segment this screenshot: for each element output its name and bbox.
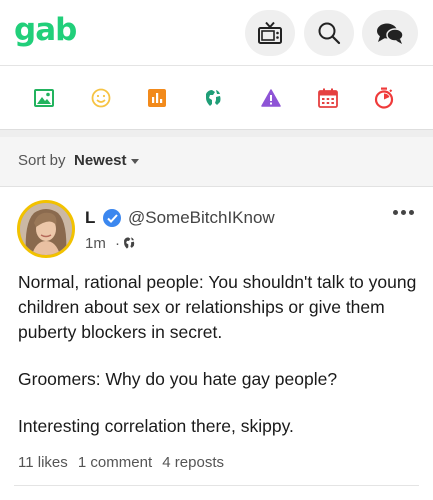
author-name[interactable]: L [85,208,95,228]
reposts-count[interactable]: 4 reposts [162,454,224,471]
search-icon [318,22,341,45]
likes-count[interactable]: 11 likes [18,454,68,471]
chevron-down-icon[interactable] [131,159,139,164]
image-icon [34,89,54,107]
tv-icon [258,21,282,44]
comments-count[interactable]: 1 comment [78,454,152,471]
sort-label: Sort by [18,152,66,169]
divider [14,485,419,486]
section-divider [0,129,433,137]
post-stats: 11 likes 1 comment 4 reposts [18,454,230,471]
chat-icon [377,23,404,44]
timer-icon [374,87,394,109]
chart-icon [148,89,166,107]
more-options-icon[interactable] [393,210,414,215]
location-button[interactable] [202,87,224,109]
calendar-icon [318,88,338,108]
post-card: L @SomeBitchIKnow 1m · Normal, rational … [0,188,433,500]
poll-button[interactable] [146,87,168,109]
expire-button[interactable] [373,87,395,109]
post-paragraph: Groomers: Why do you hate gay people? [18,369,338,389]
author-handle[interactable]: @SomeBitchIKnow [128,208,275,228]
sort-bar: Sort by Newest [0,137,433,187]
avatar-image [20,203,72,255]
meta-separator: · [115,235,120,252]
top-bar: gab [0,0,433,65]
post-paragraph: Normal, rational people: You shouldn't t… [18,272,417,342]
warning-icon [261,89,281,107]
globe-icon [124,237,135,249]
schedule-button[interactable] [317,87,339,109]
search-button[interactable] [304,10,354,56]
globe-icon [206,90,221,106]
smile-icon [91,88,111,108]
post-time[interactable]: 1m [85,235,106,252]
chat-button[interactable] [362,10,418,56]
avatar[interactable] [17,200,75,258]
composer-toolbar [0,66,433,129]
tv-button[interactable] [245,10,295,56]
sort-dropdown[interactable]: Newest [74,152,127,169]
image-button[interactable] [33,87,55,109]
content-warning-button[interactable] [260,87,282,109]
verified-badge-icon [103,209,121,227]
emoji-button[interactable] [90,87,112,109]
gab-logo[interactable]: gab [14,12,77,48]
post-paragraph: Interesting correlation there, skippy. [18,416,294,436]
